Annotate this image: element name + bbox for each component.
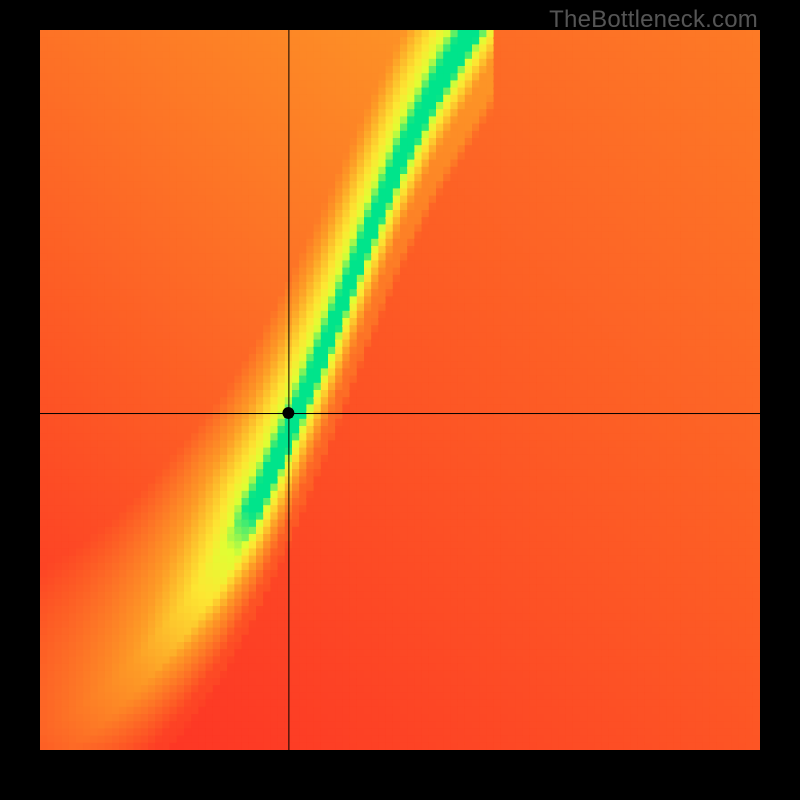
heatmap-plot: [40, 30, 760, 750]
chart-frame: TheBottleneck.com: [0, 0, 800, 800]
heatmap-canvas: [40, 30, 760, 750]
